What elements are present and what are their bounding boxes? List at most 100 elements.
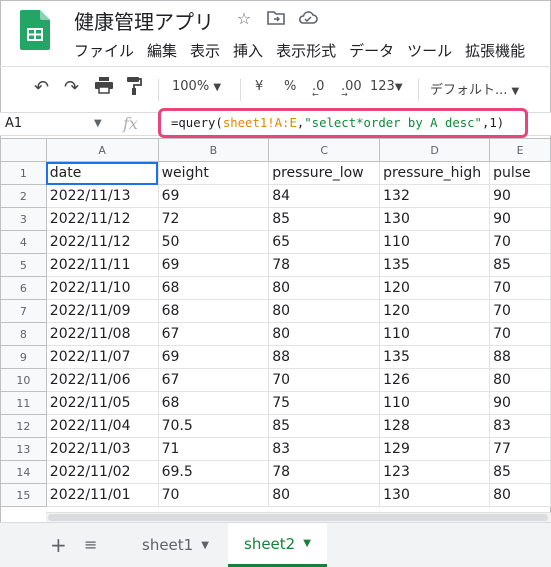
- cell[interactable]: 128: [379, 414, 491, 438]
- cell[interactable]: 70: [157, 483, 270, 507]
- cell[interactable]: 126: [379, 368, 491, 392]
- tab-sheet2[interactable]: sheet2 ▼: [228, 523, 327, 567]
- name-box[interactable]: A1: [5, 116, 22, 131]
- row-header[interactable]: 10: [0, 368, 47, 392]
- cell[interactable]: 85: [268, 414, 381, 438]
- add-sheet-button[interactable]: +: [50, 533, 67, 557]
- cell[interactable]: 78: [268, 253, 381, 277]
- column-header-e[interactable]: E: [489, 138, 551, 162]
- row-header[interactable]: 14: [0, 460, 47, 484]
- formula-input[interactable]: =query(sheet1!A:E,"select*order by A des…: [171, 116, 504, 130]
- redo-icon[interactable]: ↷: [64, 77, 79, 98]
- cell[interactable]: weight: [157, 161, 270, 185]
- cell[interactable]: 120: [379, 299, 491, 323]
- cell[interactable]: 2022/11/12: [45, 207, 159, 231]
- increase-decimal-button[interactable]: .00 →: [341, 79, 362, 99]
- row-header[interactable]: 6: [0, 276, 47, 300]
- cell[interactable]: 78: [268, 460, 381, 484]
- row-header[interactable]: 1: [0, 161, 47, 185]
- cell[interactable]: 90: [489, 207, 551, 231]
- cell[interactable]: 132: [379, 184, 491, 208]
- cell[interactable]: 88: [268, 345, 381, 369]
- horizontal-scrollbar[interactable]: [46, 512, 551, 522]
- zoom-select[interactable]: 100% ▼: [172, 79, 221, 94]
- menu-format[interactable]: 表示形式: [276, 40, 336, 61]
- cell[interactable]: 2022/11/08: [45, 322, 159, 346]
- cell[interactable]: 2022/11/11: [45, 253, 159, 277]
- cell[interactable]: 110: [379, 322, 491, 346]
- cell[interactable]: pressure_low: [268, 161, 381, 185]
- cell[interactable]: 68: [157, 391, 270, 415]
- font-select[interactable]: デフォルト... ▼: [430, 79, 519, 98]
- scrollbar-thumb[interactable]: [48, 514, 548, 521]
- cell[interactable]: 72: [157, 207, 270, 231]
- cell[interactable]: 80: [489, 483, 551, 507]
- cell[interactable]: 70.5: [157, 414, 270, 438]
- column-header-d[interactable]: D: [379, 138, 491, 162]
- cell[interactable]: 2022/11/13: [45, 184, 159, 208]
- cell[interactable]: 80: [268, 299, 381, 323]
- print-icon[interactable]: [94, 76, 114, 98]
- cell[interactable]: date: [45, 161, 159, 185]
- column-header-a[interactable]: A: [45, 138, 159, 162]
- menu-tools[interactable]: ツール: [407, 40, 452, 61]
- cell[interactable]: 69: [157, 253, 270, 277]
- cell[interactable]: 120: [379, 276, 491, 300]
- cell[interactable]: 80: [268, 483, 381, 507]
- select-all-corner[interactable]: [0, 138, 47, 162]
- cell[interactable]: 90: [489, 184, 551, 208]
- cell[interactable]: 85: [268, 207, 381, 231]
- cell[interactable]: 123: [379, 460, 491, 484]
- row-header[interactable]: 4: [0, 230, 47, 254]
- cell[interactable]: 2022/11/03: [45, 437, 159, 461]
- cell[interactable]: 110: [379, 391, 491, 415]
- cell[interactable]: 71: [157, 437, 270, 461]
- cell[interactable]: pulse: [489, 161, 551, 185]
- cell[interactable]: 85: [489, 460, 551, 484]
- cell[interactable]: 2022/11/06: [45, 368, 159, 392]
- number-format-select[interactable]: 123▼: [370, 79, 403, 94]
- percent-button[interactable]: %: [284, 79, 296, 94]
- cell[interactable]: pressure_high: [379, 161, 491, 185]
- cell[interactable]: 90: [489, 391, 551, 415]
- cell[interactable]: 2022/11/09: [45, 299, 159, 323]
- cell[interactable]: 135: [379, 253, 491, 277]
- cell[interactable]: 135: [379, 345, 491, 369]
- row-header[interactable]: 7: [0, 299, 47, 323]
- row-header[interactable]: 13: [0, 437, 47, 461]
- cell[interactable]: 67: [157, 368, 270, 392]
- column-header-b[interactable]: B: [157, 138, 270, 162]
- cell[interactable]: 2022/11/04: [45, 414, 159, 438]
- cell[interactable]: 110: [379, 230, 491, 254]
- tab-sheet1[interactable]: sheet1 ▼: [126, 523, 225, 567]
- cell[interactable]: 69: [157, 184, 270, 208]
- document-title[interactable]: 健康管理アプリ: [74, 6, 214, 35]
- cell[interactable]: 83: [268, 437, 381, 461]
- menu-data[interactable]: データ: [349, 40, 394, 61]
- menu-view[interactable]: 表示: [190, 40, 220, 61]
- cell[interactable]: 68: [157, 276, 270, 300]
- cell[interactable]: 70: [489, 276, 551, 300]
- undo-icon[interactable]: ↶: [34, 77, 49, 98]
- paint-format-icon[interactable]: [126, 76, 142, 100]
- cell[interactable]: 68: [157, 299, 270, 323]
- cell[interactable]: 83: [489, 414, 551, 438]
- cell[interactable]: 70: [268, 368, 381, 392]
- cell[interactable]: 80: [268, 322, 381, 346]
- cloud-status-icon[interactable]: [298, 8, 318, 28]
- cell[interactable]: 75: [268, 391, 381, 415]
- row-header[interactable]: 11: [0, 391, 47, 415]
- cell[interactable]: 70: [489, 230, 551, 254]
- row-header[interactable]: 5: [0, 253, 47, 277]
- row-header[interactable]: 9: [0, 345, 47, 369]
- star-icon[interactable]: ☆: [234, 8, 254, 28]
- cell[interactable]: 80: [489, 368, 551, 392]
- chevron-down-icon[interactable]: ▼: [201, 540, 209, 551]
- cell[interactable]: 84: [268, 184, 381, 208]
- all-sheets-button[interactable]: ≡: [84, 535, 97, 554]
- cell[interactable]: 2022/11/10: [45, 276, 159, 300]
- menu-extensions[interactable]: 拡張機能: [465, 40, 525, 61]
- chevron-down-icon[interactable]: ▼: [303, 538, 311, 549]
- row-header[interactable]: 8: [0, 322, 47, 346]
- cell[interactable]: 70: [489, 299, 551, 323]
